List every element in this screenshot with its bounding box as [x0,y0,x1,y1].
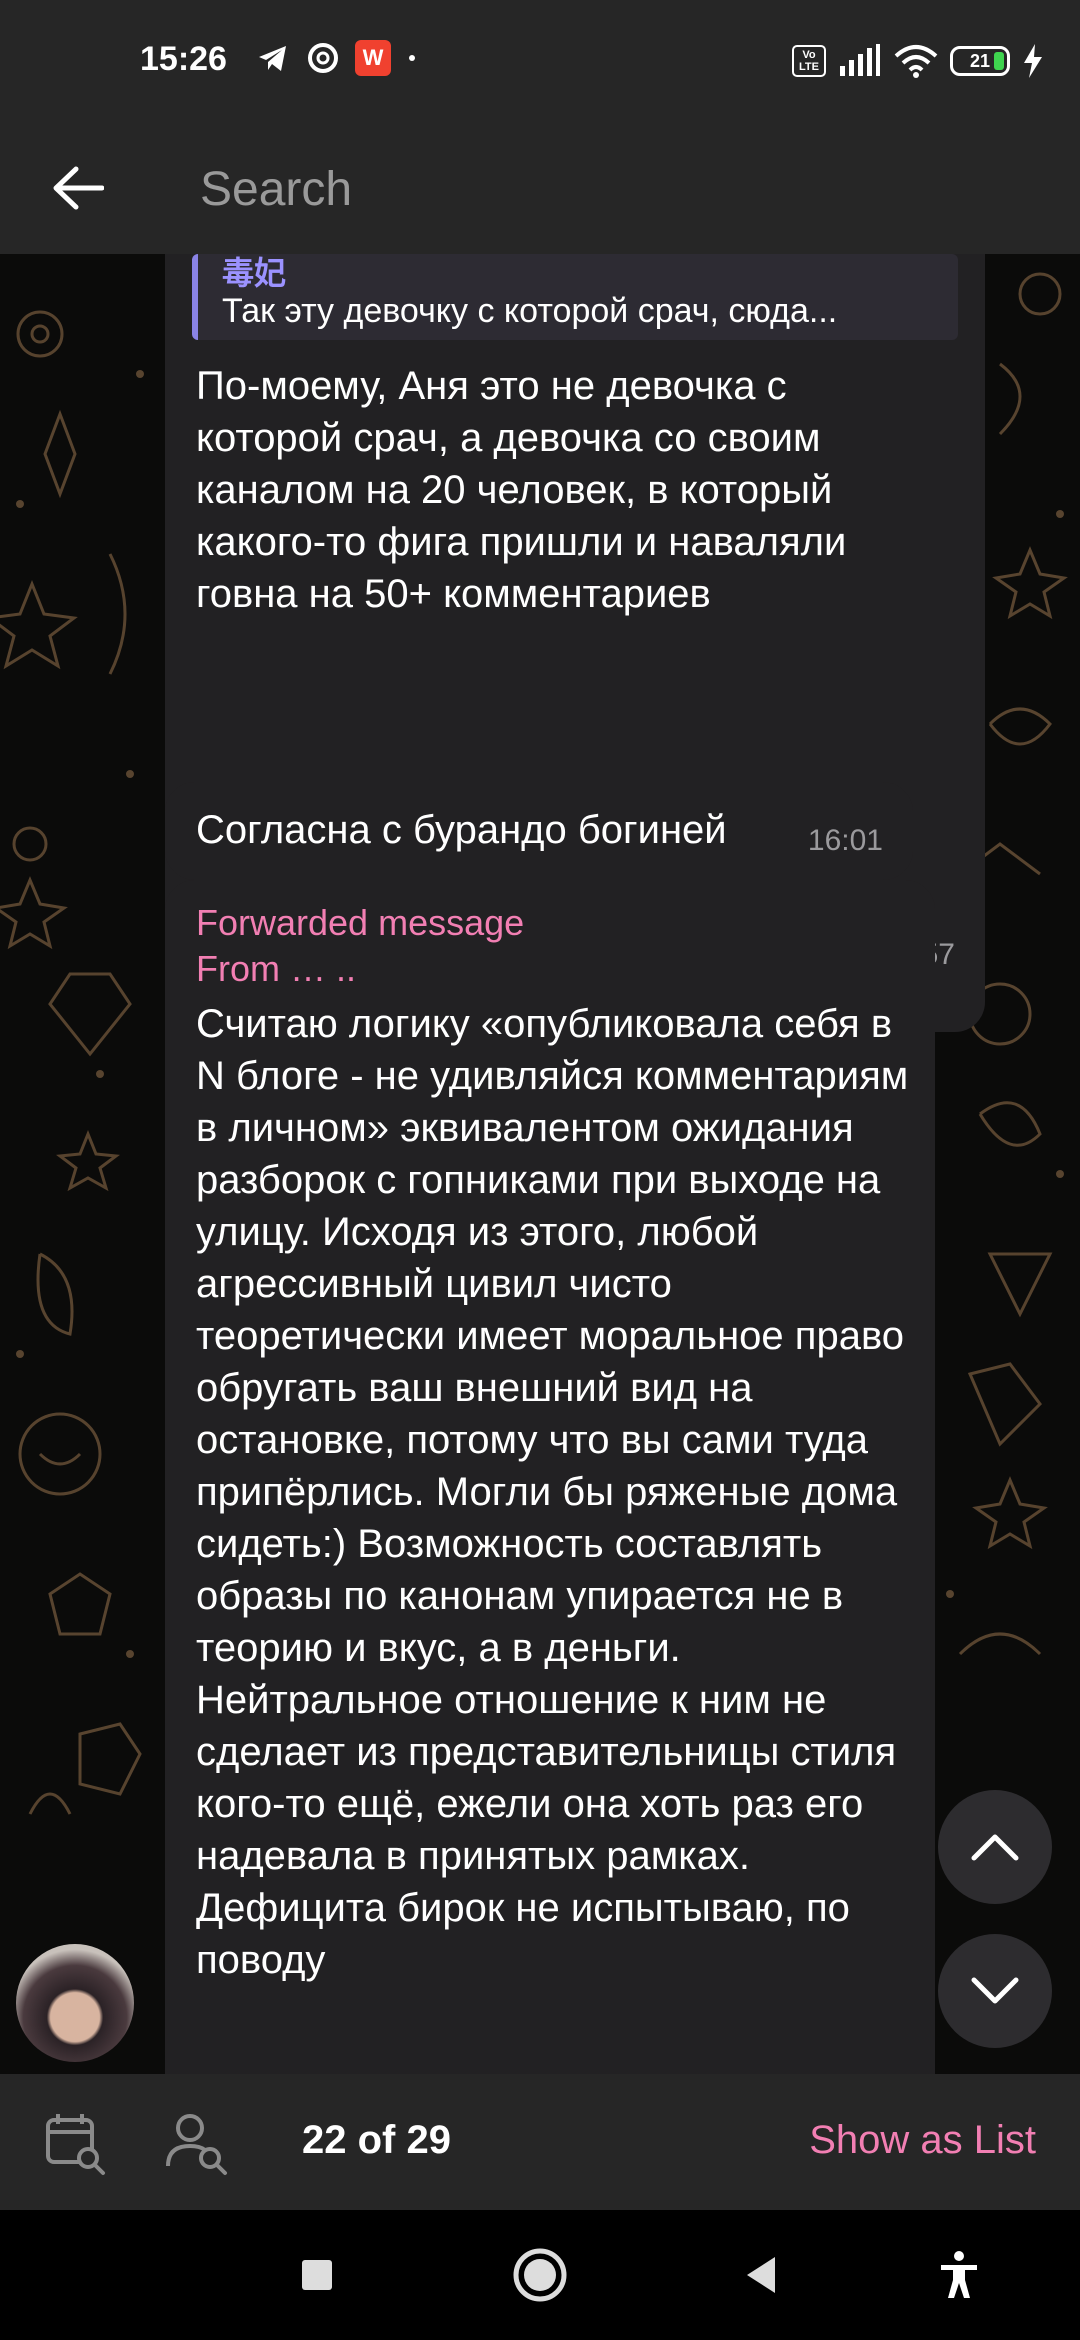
back-icon [747,2257,775,2293]
search-by-date-button[interactable] [42,2110,108,2176]
volte-icon: Vo LTE [792,45,826,77]
calendar-search-icon [46,2114,105,2175]
search-header [0,124,1080,254]
previous-result-button[interactable] [938,1790,1052,1904]
system-nav-bar [0,2210,1080,2340]
search-result-counter: 22 of 29 [302,2118,451,2162]
system-back-button[interactable] [726,2240,796,2310]
sender-avatar[interactable] [16,1944,134,2062]
reply-text: Так эту девочку с которой срач, сюда... [222,292,838,330]
chevron-up-icon [971,1834,1019,1861]
message-bubble[interactable]: Forwarded message From … .. Считаю логик… [165,880,935,2074]
battery-fill [994,52,1004,70]
wps-icon: W [355,40,391,76]
sync-icon [308,43,338,73]
dot-icon [409,55,415,61]
reply-preview[interactable]: 毒妃 Так эту девочку с которой срач, сюда.… [192,254,958,340]
user-search-icon [166,2114,227,2175]
home-button[interactable] [505,2240,575,2310]
status-bar: 15:26 W Vo LTE 21 [0,0,1080,124]
next-result-button[interactable] [938,1934,1052,2048]
back-button[interactable] [42,152,114,224]
accessibility-button[interactable] [924,2240,994,2310]
status-system-icons: Vo LTE 21 [792,44,1044,78]
battery-icon: 21 [950,46,1010,76]
forwarded-label: Forwarded message [196,902,525,943]
recents-button[interactable] [282,2240,352,2310]
charging-icon [1024,44,1042,78]
chevron-down-icon [971,1977,1019,2004]
message-text: Считаю логику «опубликовала себя в N бло… [196,1002,909,1982]
back-arrow-icon [53,166,104,210]
message-text: По-моему, Аня это не девочка с которой с… [196,364,847,616]
forwarded-from[interactable]: From … .. [196,948,356,990]
recents-icon [302,2260,332,2290]
status-time: 15:26 [140,40,227,78]
message-time: 16:01 [807,824,883,857]
show-as-list-button[interactable]: Show as List [809,2118,1036,2163]
reply-author: 毒妃 [222,255,287,291]
search-bottom-bar: 22 of 29 Show as List [0,2074,1080,2210]
accessibility-icon [941,2251,977,2298]
battery-level: 21 [969,51,991,71]
status-notification-icons: W [255,40,419,76]
wifi-icon [894,45,938,78]
search-by-user-button[interactable] [164,2110,230,2176]
message-text: Согласна с бурандо богиней [196,808,727,852]
telegram-icon [259,46,286,71]
search-input[interactable] [200,154,1020,224]
home-icon [513,2248,567,2302]
message-bubble[interactable]: Согласна с бурандо богиней 16:01 [165,782,913,880]
signal-icon [840,44,880,76]
chat-area[interactable]: 毒妃 Так эту девочку с которой срач, сюда.… [0,254,1080,2074]
